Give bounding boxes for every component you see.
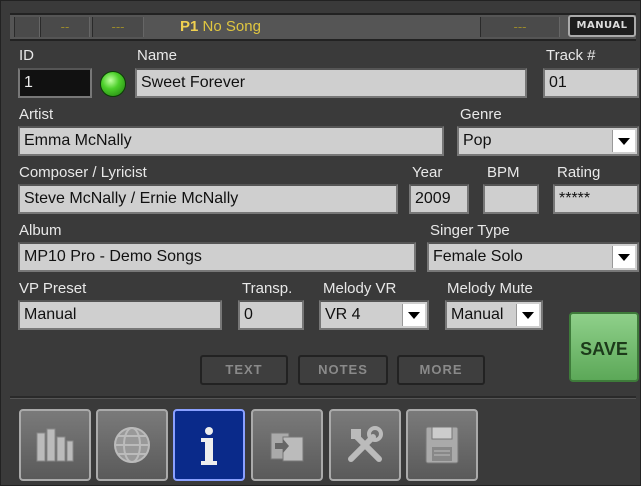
disk-icon [425,426,459,464]
year-label: Year [412,164,443,181]
song-title: P1 No Song [180,15,261,39]
genre-value: Pop [463,132,492,149]
name-label: Name [137,47,178,64]
genre-label: Genre [460,106,502,123]
melody-vr-label: Melody VR [323,280,397,297]
composer-field[interactable]: Steve McNally / Ernie McNally [18,184,398,214]
melody-mute-value: Manual [451,306,504,323]
track-label: Track # [546,47,596,64]
artist-label: Artist [19,106,54,123]
id-field[interactable]: 1 [18,68,92,98]
melody-mute-label: Melody Mute [447,280,533,297]
bpm-label: BPM [487,164,520,181]
vp-preset-field[interactable]: Manual [18,300,222,330]
status-bar: -- --- P1 No Song --- [10,13,636,41]
globe-icon [114,427,150,463]
status-segment: -- [40,17,90,37]
bpm-field[interactable] [483,184,539,214]
rating-label: Rating [557,164,601,181]
info-icon [201,427,217,465]
chevron-down-icon[interactable] [516,304,539,326]
player-label: P1 [180,18,199,35]
nav-tools-button[interactable] [329,409,401,481]
nav-export-button[interactable] [251,409,323,481]
status-led-icon [100,71,126,97]
album-label: Album [19,222,62,239]
genre-select[interactable]: Pop [457,126,639,156]
singer-type-label: Singer Type [430,222,510,239]
melody-mute-select[interactable]: Manual [445,300,543,330]
export-icon [270,432,304,462]
nav-library-button[interactable] [19,409,91,481]
nav-internet-button[interactable] [96,409,168,481]
composer-label: Composer / Lyricist [19,164,147,181]
divider [10,396,636,399]
melody-vr-value: VR 4 [325,306,361,323]
singer-type-value: Female Solo [433,248,523,265]
library-icon [36,428,74,462]
app-frame: -- --- P1 No Song --- MANUAL ID 1 Name S… [0,0,641,486]
track-field[interactable]: 01 [543,68,639,98]
text-button[interactable]: TEXT [200,355,288,385]
tools-icon [348,426,383,462]
save-button[interactable]: SAVE [569,312,639,382]
year-field[interactable]: 2009 [409,184,469,214]
nav-info-button[interactable] [173,409,245,481]
artist-field[interactable]: Emma McNally [18,126,444,156]
transpose-label: Transp. [242,280,293,297]
name-field[interactable]: Sweet Forever [135,68,527,98]
album-field[interactable]: MP10 Pro - Demo Songs [18,242,416,272]
id-label: ID [19,47,34,64]
chevron-down-icon[interactable] [402,304,425,326]
status-segment: --- [92,17,144,37]
more-button[interactable]: MORE [397,355,485,385]
status-segment: --- [480,17,560,37]
notes-button[interactable]: NOTES [298,355,388,385]
melody-vr-select[interactable]: VR 4 [319,300,429,330]
manual-mode-button[interactable]: MANUAL [568,15,636,37]
singer-type-select[interactable]: Female Solo [427,242,639,272]
song-name: No Song [202,18,261,35]
chevron-down-icon[interactable] [612,246,635,268]
nav-save-disk-button[interactable] [406,409,478,481]
rating-field[interactable]: ***** [553,184,639,214]
vp-preset-label: VP Preset [19,280,87,297]
status-segment [14,17,40,37]
transpose-field[interactable]: 0 [238,300,304,330]
chevron-down-icon[interactable] [612,130,635,152]
